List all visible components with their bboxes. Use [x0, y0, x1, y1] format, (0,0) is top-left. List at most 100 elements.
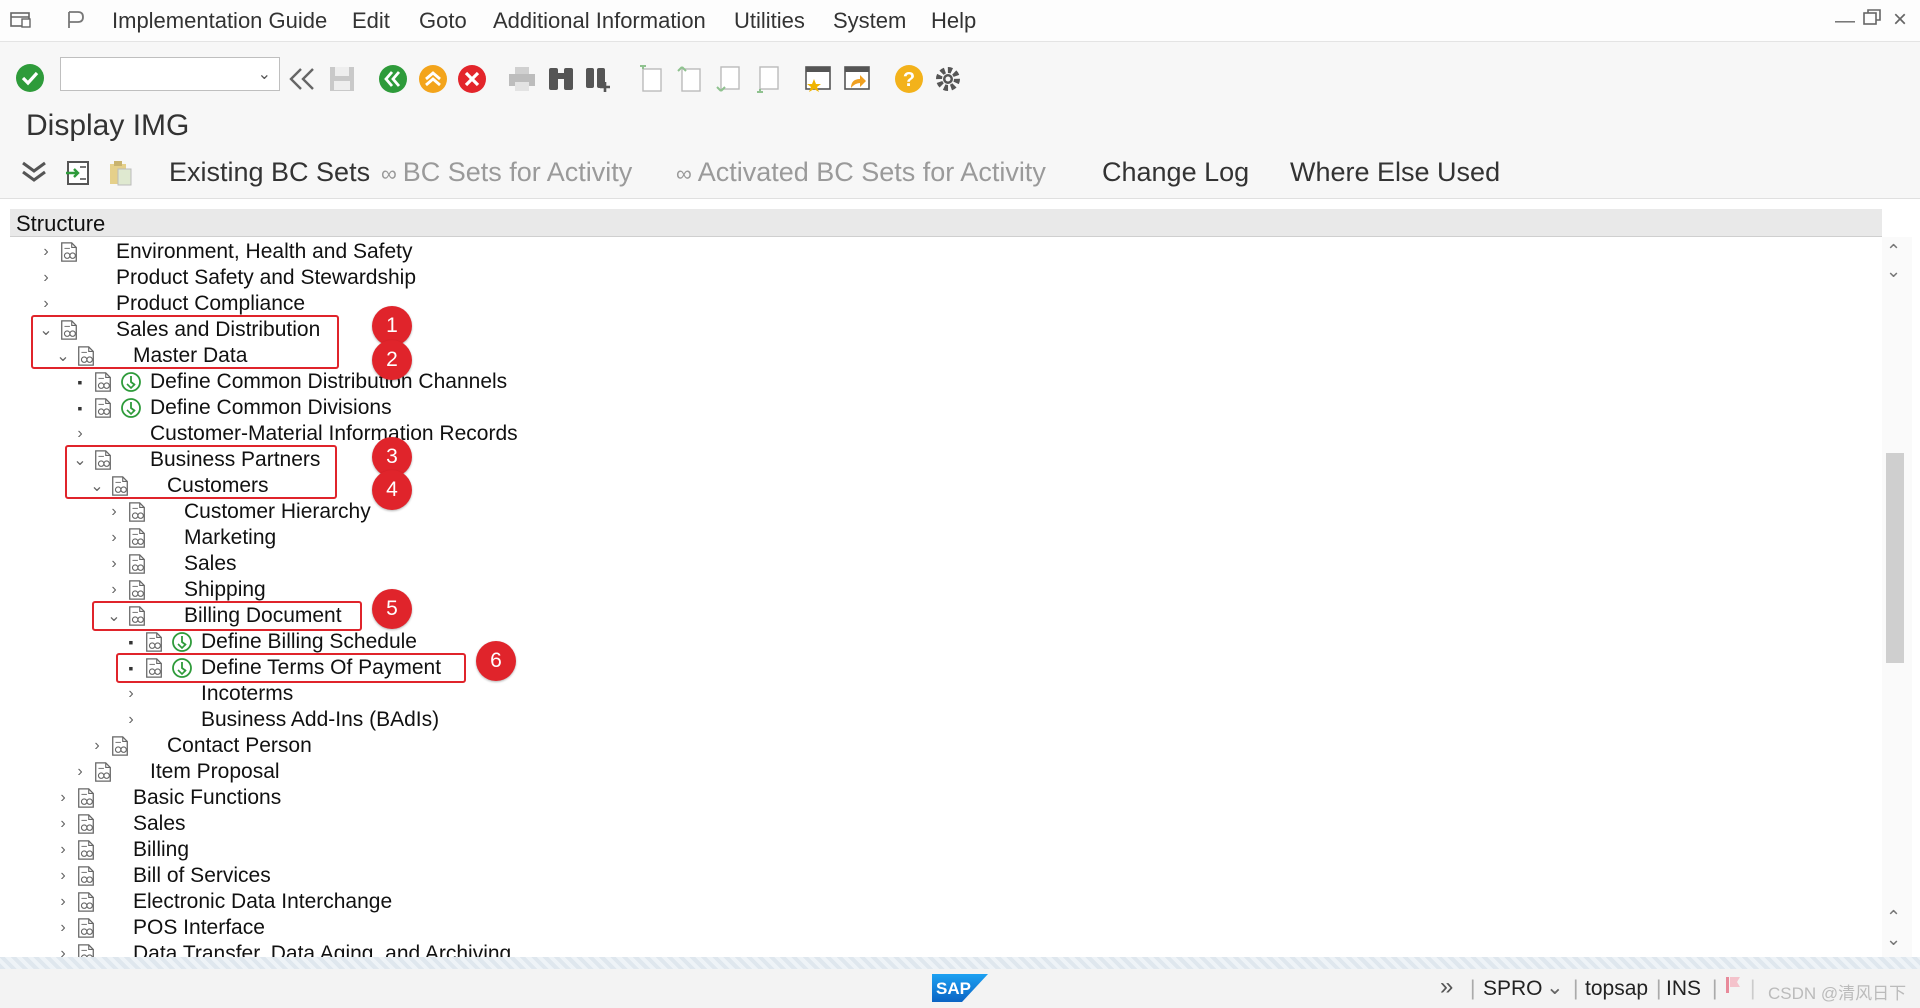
- img-document-icon[interactable]: [75, 942, 97, 957]
- img-document-icon[interactable]: [75, 812, 97, 836]
- tree-node-label[interactable]: Marketing: [184, 526, 276, 550]
- chevron-right-icon[interactable]: ›: [38, 269, 54, 287]
- tree-node-label[interactable]: Electronic Data Interchange: [133, 890, 392, 914]
- tree-node-label[interactable]: Business Partners: [150, 448, 320, 472]
- tree-node[interactable]: ⌄: [38, 317, 80, 343]
- back-icon[interactable]: [377, 63, 409, 95]
- tree-node-label[interactable]: Bill of Services: [133, 864, 271, 888]
- tree-node[interactable]: ▪: [123, 655, 193, 681]
- chevron-right-icon[interactable]: ›: [38, 295, 54, 313]
- chevron-right-icon[interactable]: ›: [72, 763, 88, 781]
- find-next-icon[interactable]: [582, 63, 614, 95]
- tree-node-label[interactable]: Incoterms: [201, 682, 293, 706]
- cancel-icon[interactable]: [456, 63, 488, 95]
- chevron-down-icon[interactable]: ⌄: [55, 346, 71, 366]
- chevron-right-icon[interactable]: ›: [106, 529, 122, 547]
- tree-node-label[interactable]: Product Compliance: [116, 292, 305, 316]
- exit-icon[interactable]: [417, 63, 449, 95]
- last-page-icon[interactable]: [752, 63, 784, 95]
- tree-node[interactable]: ›: [38, 291, 54, 317]
- chevron-down-icon[interactable]: ⌄: [106, 606, 122, 626]
- chevron-right-icon[interactable]: ›: [55, 841, 71, 859]
- chevron-right-icon[interactable]: ›: [38, 243, 54, 261]
- chevron-right-icon[interactable]: ›: [55, 945, 71, 957]
- chevron-right-icon[interactable]: ›: [55, 867, 71, 885]
- change-log-button[interactable]: Change Log: [1102, 157, 1249, 188]
- find-icon[interactable]: [545, 63, 577, 95]
- bc-sets-for-activity-button[interactable]: ∞ BC Sets for Activity: [381, 157, 632, 188]
- tree-node[interactable]: ›: [55, 811, 97, 837]
- tree-node[interactable]: ›: [89, 733, 131, 759]
- tree-node-label[interactable]: Sales: [184, 552, 237, 576]
- tree-node-label[interactable]: Define Terms Of Payment: [201, 656, 441, 680]
- chevron-down-icon[interactable]: ⌄: [38, 320, 54, 340]
- tree-node[interactable]: ›: [55, 863, 97, 889]
- tree-node-label[interactable]: Master Data: [133, 344, 247, 368]
- chevron-right-icon[interactable]: ›: [55, 815, 71, 833]
- chevron-right-icon[interactable]: ›: [55, 789, 71, 807]
- scroll-up-icon[interactable]: ⌃: [1886, 907, 1901, 928]
- tree-node-label[interactable]: Contact Person: [167, 734, 312, 758]
- img-document-icon[interactable]: [75, 916, 97, 940]
- command-input[interactable]: [61, 58, 251, 90]
- save-icon[interactable]: [326, 63, 358, 95]
- help-icon[interactable]: ?: [893, 63, 925, 95]
- tree-node-label[interactable]: Shipping: [184, 578, 266, 602]
- img-document-icon[interactable]: [75, 786, 97, 810]
- chevron-right-icon[interactable]: ›: [106, 581, 122, 599]
- scroll-down-icon[interactable]: ⌄: [1886, 261, 1901, 282]
- scroll-down-icon[interactable]: ⌄: [1886, 929, 1901, 950]
- existing-bc-sets-button[interactable]: Existing BC Sets: [169, 157, 370, 188]
- execute-activity-icon[interactable]: [120, 397, 142, 419]
- tree-body[interactable]: › Environment, Health and Safety › Produ…: [10, 237, 1882, 957]
- minimize-icon[interactable]: —: [1835, 10, 1855, 33]
- tree-node-label[interactable]: Customer-Material Information Records: [150, 422, 518, 446]
- first-page-icon[interactable]: [635, 63, 667, 95]
- tree-node-label[interactable]: Billing: [133, 838, 189, 862]
- menu-help[interactable]: Help: [931, 8, 976, 34]
- tree-node-label[interactable]: Billing Document: [184, 604, 342, 628]
- menu-utilities[interactable]: Utilities: [734, 8, 805, 34]
- img-document-icon[interactable]: [92, 396, 114, 420]
- collapse-all-icon[interactable]: [18, 157, 50, 189]
- chevron-down-icon[interactable]: ⌄: [72, 450, 88, 470]
- img-document-icon[interactable]: [143, 630, 165, 654]
- menu-additional-information[interactable]: Additional Information: [493, 8, 706, 34]
- chevron-right-icon[interactable]: ›: [72, 425, 88, 443]
- tree-node[interactable]: ›: [72, 759, 114, 785]
- tree-node-label[interactable]: Define Common Distribution Channels: [150, 370, 507, 394]
- img-document-icon[interactable]: [109, 474, 131, 498]
- img-document-icon[interactable]: [58, 318, 80, 342]
- img-document-icon[interactable]: [126, 604, 148, 628]
- tree-node[interactable]: ›: [106, 577, 148, 603]
- command-field[interactable]: ⌄: [60, 57, 280, 91]
- tree-node-label[interactable]: Item Proposal: [150, 760, 280, 784]
- execute-activity-icon[interactable]: [171, 657, 193, 679]
- menu-system[interactable]: System: [833, 8, 906, 34]
- tree-node[interactable]: ›: [55, 837, 97, 863]
- tree-node[interactable]: ›: [123, 707, 139, 733]
- chevron-down-icon[interactable]: ⌄: [89, 476, 105, 496]
- img-document-icon[interactable]: [75, 344, 97, 368]
- clipboard-icon[interactable]: [104, 157, 136, 189]
- tree-node-label[interactable]: Data Transfer, Data Aging, and Archiving: [133, 942, 511, 957]
- tree-node-label[interactable]: Business Add-Ins (BAdIs): [201, 708, 439, 732]
- img-document-icon[interactable]: [126, 578, 148, 602]
- tree-node-label[interactable]: Customer Hierarchy: [184, 500, 371, 524]
- chevron-right-icon[interactable]: ›: [123, 685, 139, 703]
- tree-node[interactable]: ›: [106, 499, 148, 525]
- tree-node-label[interactable]: Environment, Health and Safety: [116, 240, 413, 264]
- chevron-down-icon[interactable]: ⌄: [258, 64, 271, 84]
- tree-node[interactable]: ›: [106, 551, 148, 577]
- img-document-icon[interactable]: [92, 760, 114, 784]
- tree-node[interactable]: ⌄: [89, 473, 131, 499]
- tree-node[interactable]: ▪: [72, 395, 142, 421]
- img-document-icon[interactable]: [75, 838, 97, 862]
- tree-node[interactable]: ⌄: [55, 343, 97, 369]
- tree-node[interactable]: ›: [123, 681, 139, 707]
- chevron-down-icon[interactable]: ⌄: [1546, 975, 1564, 1000]
- tree-node[interactable]: ▪: [72, 369, 142, 395]
- tree-node[interactable]: ›: [55, 941, 97, 957]
- scroll-up-icon[interactable]: ⌃: [1886, 241, 1901, 262]
- menu-edit[interactable]: Edit: [352, 8, 390, 34]
